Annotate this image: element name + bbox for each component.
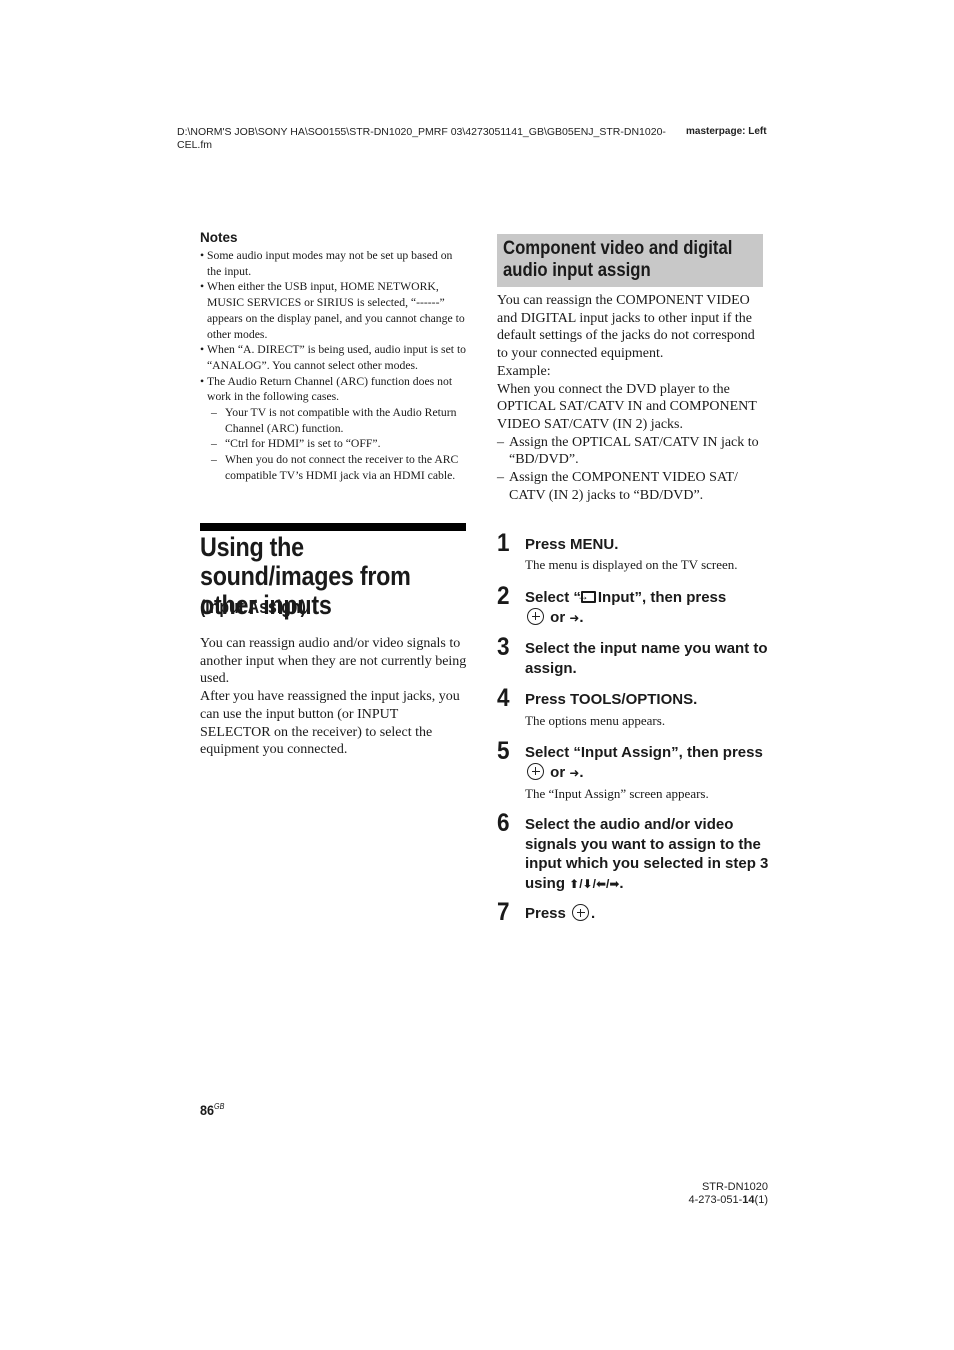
step-instruction: Select “Input Assign”, then press or ➜. [525,744,763,781]
step-number: 4 [497,684,510,712]
note-item: • The Audio Return Channel (ARC) function… [200,374,468,484]
enter-button-icon [527,762,544,780]
note-item: • When either the USB input, HOME NETWORK… [200,280,465,341]
component-section-body: You can reassign the COMPONENT VIDEO and… [497,292,769,504]
note-sub-item: – When you do not connect the receiver to… [211,453,459,482]
step-instruction: Press TOOLS/OPTIONS. [525,691,698,708]
intro-text: You can reassign audio and/or video sign… [200,635,472,759]
section-paragraph: You can reassign the COMPONENT VIDEO and… [497,293,755,362]
step-instruction: Select “Input”, then press or ➜. [525,587,770,628]
right-arrow-icon: ➜ [569,610,580,625]
footer-model: STR-DN1020 [701,1181,768,1193]
step-instruction: Press . [525,904,596,922]
right-arrow-icon: ➜ [569,765,580,780]
masterpage-label: masterpage: Left [686,126,767,137]
enter-button-icon [572,904,590,921]
step-number: 1 [497,529,510,557]
file-path-header: D:\NORM'S JOB\SONY HA\SO0155\STR-DN1020_… [177,126,666,151]
note-sub-item: – Your TV is not compatible with the Audi… [211,406,457,435]
step-result: The options menu appears. [525,713,666,728]
step-number: 3 [497,633,510,661]
notes-list: • Some audio input modes may not be set u… [200,248,468,484]
notes-title: Notes [200,230,238,245]
page-number: 86GB [200,1102,225,1118]
page-subtitle: (Input Assign) [200,597,306,617]
notes-section: Notes • Some audio input modes may not be… [200,229,468,484]
direction-arrows-icon: ⬆/⬇/⬅/➡ [569,876,620,891]
footer-code: 4-273-051-14(1) [688,1193,768,1206]
input-icon [577,587,596,607]
step-number: 2 [497,582,510,610]
step-instruction: Select the audio and/or video signals yo… [525,816,769,892]
step-instruction: Select the input name you want to assign… [525,640,768,677]
note-sub-list: – Your TV is not compatible with the Audi… [207,405,468,484]
intro-paragraph: After you have reassigned the input jack… [200,689,460,758]
example-item: – Assign the OPTICAL SAT/CATV IN jack to … [497,434,759,468]
bullet-icon: • [200,374,205,388]
bullet-icon: • [200,343,205,357]
step-number: 5 [497,737,510,765]
step-result: The “Input Assign” screen appears. [525,786,709,801]
bullet-icon: • [200,249,205,262]
bullet-icon: • [200,280,205,294]
footer-model-info: STR-DN1020 4-273-051-14(1) [600,1181,768,1206]
enter-button-icon [527,607,544,625]
example-label: Example: [497,363,551,379]
example-text: When you connect the DVD player to the O… [497,381,757,432]
note-item: • When “A. DIRECT” is being used, audio i… [200,343,467,372]
step-number: 6 [497,809,510,837]
note-item: • Some audio input modes may not be set u… [200,249,453,278]
example-item: – Assign the COMPONENT VIDEO SAT/ CATV (I… [497,470,738,503]
section-divider-bar [200,523,466,531]
intro-paragraph: You can reassign audio and/or video sign… [200,636,467,687]
step-number: 7 [497,898,510,926]
step-result: The menu is displayed on the TV screen. [525,557,738,572]
note-sub-item: – “Ctrl for HDMI” is set to “OFF”. [211,437,381,451]
component-section-header: Component video and digital audio input … [497,234,763,287]
section-title: Component video and digital audio input … [503,238,733,281]
step-instruction: Press MENU. [525,536,619,553]
